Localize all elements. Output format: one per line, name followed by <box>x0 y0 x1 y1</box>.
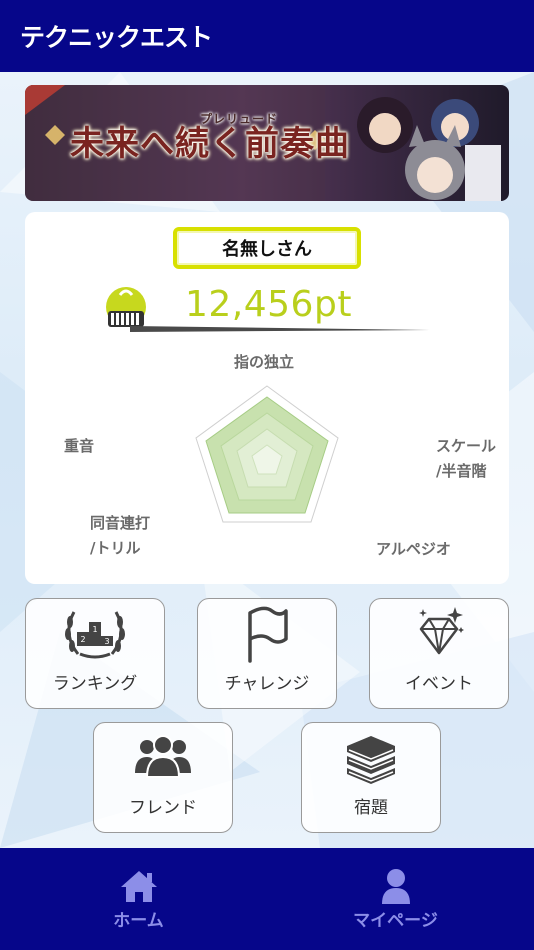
player-name: 名無しさん <box>222 239 312 260</box>
score-underline <box>130 326 430 332</box>
svg-text:2: 2 <box>80 635 85 644</box>
radar-label-scale: スケール /半音階 <box>436 437 497 480</box>
diamond-icon <box>419 607 464 655</box>
challenge-button[interactable]: チャレンジ <box>197 598 337 709</box>
tab-home[interactable]: ホーム <box>5 848 272 950</box>
books-icon <box>347 736 395 784</box>
homework-button[interactable]: 宿題 <box>301 722 441 833</box>
event-label: イベント <box>405 674 473 694</box>
friend-button[interactable]: フレンド <box>93 722 233 833</box>
svg-text:3: 3 <box>104 637 109 646</box>
friend-label: フレンド <box>129 798 197 818</box>
score-value: 12,456pt <box>185 284 352 325</box>
ranking-button[interactable]: 1 2 3 ランキング <box>25 598 165 709</box>
event-button[interactable]: イベント <box>369 598 509 709</box>
challenge-label: チャレンジ <box>224 674 310 694</box>
home-icon <box>120 871 157 902</box>
tab-mypage-label: マイページ <box>353 911 438 931</box>
app-title: テクニックエスト <box>20 23 213 52</box>
bottom-tab-bar: ホーム マイページ <box>0 848 534 950</box>
people-group-icon <box>135 735 191 778</box>
skill-radar-chart <box>195 385 339 523</box>
radar-label-arpeggio: アルペジオ <box>376 540 451 558</box>
radar-label-double-notes: 重音 <box>64 437 95 455</box>
homework-label: 宿題 <box>354 798 388 818</box>
banner-title: 未来へ続く前奏曲 <box>70 124 350 164</box>
user-icon <box>381 869 410 904</box>
app-header: テクニックエスト <box>0 0 534 72</box>
player-name-box: 名無しさん <box>173 227 361 269</box>
tab-home-label: ホーム <box>113 911 164 931</box>
tab-mypage[interactable]: マイページ <box>262 848 529 950</box>
flag-icon <box>248 606 288 663</box>
radar-label-finger-independence: 指の独立 <box>234 353 295 371</box>
trophy-podium-icon: 1 2 3 <box>65 611 125 659</box>
ranking-label: ランキング <box>52 674 138 694</box>
svg-text:1: 1 <box>92 625 97 634</box>
radar-label-repeated-notes: 同音連打 /トリル <box>90 514 151 557</box>
